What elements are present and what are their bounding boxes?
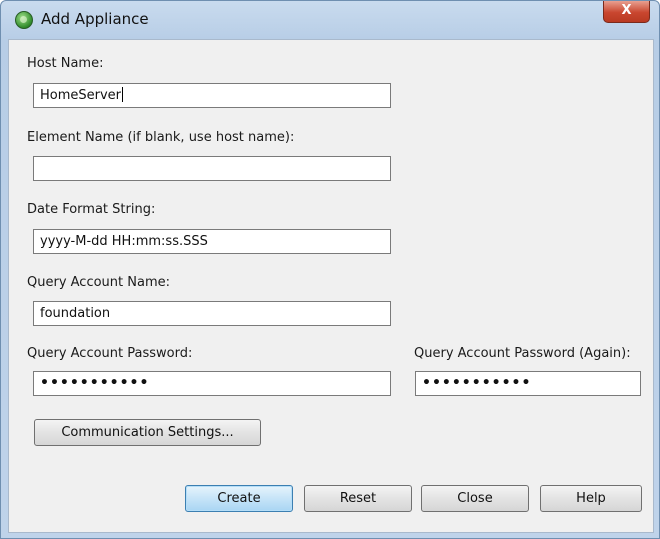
date-format-input[interactable]: yyyy-M-dd HH:mm:ss.SSS (33, 229, 391, 254)
query-account-password-again-label: Query Account Password (Again): (414, 346, 631, 361)
title-bar[interactable]: Add Appliance X (1, 1, 659, 39)
dialog-title: Add Appliance (41, 10, 149, 28)
query-account-name-input[interactable]: foundation (33, 301, 391, 326)
date-format-label: Date Format String: (27, 202, 156, 217)
close-window-button[interactable]: X (603, 1, 650, 23)
dialog-body: Host Name: HomeServer Element Name (if b… (8, 39, 654, 533)
close-button[interactable]: Close (421, 485, 529, 512)
create-button[interactable]: Create (185, 485, 293, 512)
help-button[interactable]: Help (540, 485, 642, 512)
app-globe-icon (15, 11, 33, 29)
reset-button[interactable]: Reset (304, 485, 412, 512)
add-appliance-dialog: Add Appliance X Host Name: HomeServer El… (0, 0, 660, 539)
query-account-password-input[interactable]: ••••••••••• (33, 371, 391, 396)
host-name-value: HomeServer (40, 88, 122, 103)
close-icon: X (621, 3, 632, 18)
element-name-input[interactable] (33, 156, 391, 181)
element-name-label: Element Name (if blank, use host name): (27, 130, 295, 145)
query-account-password-again-input[interactable]: ••••••••••• (415, 371, 641, 396)
host-name-input[interactable]: HomeServer (33, 83, 391, 108)
text-caret (122, 87, 124, 102)
query-account-password-label: Query Account Password: (27, 346, 193, 361)
communication-settings-button[interactable]: Communication Settings... (34, 419, 261, 446)
host-name-label: Host Name: (27, 56, 104, 71)
query-account-name-label: Query Account Name: (27, 275, 170, 290)
